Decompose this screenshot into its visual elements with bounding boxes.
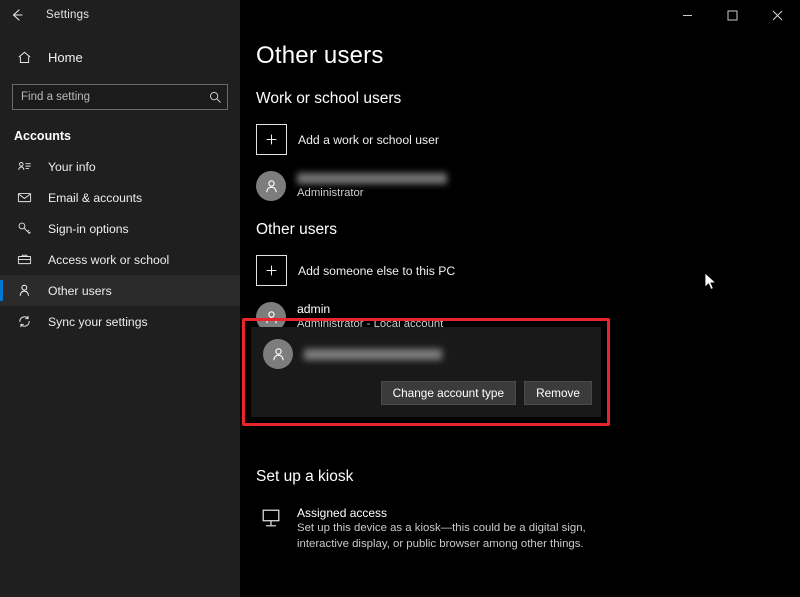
title-bar-right <box>240 0 800 30</box>
work-user-name <box>297 171 447 186</box>
close-button[interactable] <box>755 0 800 30</box>
person-avatar-icon <box>263 178 280 195</box>
sidebar-item-label: Sync your settings <box>48 315 148 329</box>
add-someone-else-button[interactable]: Add someone else to this PC <box>256 255 800 286</box>
search-icon[interactable] <box>203 90 227 104</box>
work-user-text: Administrator <box>297 171 447 201</box>
kiosk-display-icon <box>256 505 286 529</box>
sidebar-section-title: Accounts <box>14 129 240 143</box>
work-user-row[interactable]: Administrator <box>256 171 800 201</box>
briefcase-icon <box>14 252 34 267</box>
local-user-name: admin <box>297 302 443 317</box>
assigned-access-item[interactable]: Assigned access Set up this device as a … <box>256 505 616 552</box>
sidebar: Home Accounts Your info <box>0 0 240 597</box>
assigned-access-text: Assigned access Set up this device as a … <box>297 505 597 552</box>
redacted-account-name <box>297 173 447 184</box>
assigned-access-name: Assigned access <box>297 505 597 521</box>
sidebar-home-label: Home <box>48 50 83 65</box>
sidebar-item-label: Email & accounts <box>48 191 142 205</box>
kiosk-section-title: Set up a kiosk <box>256 468 353 486</box>
sync-icon <box>14 314 34 329</box>
key-icon <box>14 221 34 236</box>
work-user-role: Administrator <box>297 186 447 201</box>
sidebar-item-label: Other users <box>48 284 112 298</box>
contact-card-icon <box>14 159 34 174</box>
add-work-or-school-user-label: Add a work or school user <box>298 133 439 147</box>
sidebar-item-label: Sign-in options <box>48 222 129 236</box>
minimize-icon <box>682 10 693 21</box>
search-box[interactable] <box>12 84 228 110</box>
sidebar-item-sign-in-options[interactable]: Sign-in options <box>0 213 240 244</box>
home-icon <box>14 50 34 65</box>
maximize-button[interactable] <box>710 0 755 30</box>
back-button[interactable] <box>0 1 34 29</box>
work-or-school-section-title: Work or school users <box>256 90 800 108</box>
sidebar-item-your-info[interactable]: Your info <box>0 151 240 182</box>
sidebar-item-label: Access work or school <box>48 253 169 267</box>
close-icon <box>772 10 783 21</box>
window-controls <box>665 0 800 30</box>
envelope-icon <box>14 190 34 205</box>
title-bar: Settings <box>0 0 800 30</box>
assigned-access-description: Set up this device as a kiosk—this could… <box>297 521 597 552</box>
avatar <box>256 171 286 201</box>
sidebar-item-other-users[interactable]: Other users <box>0 275 240 306</box>
sidebar-item-access-work-or-school[interactable]: Access work or school <box>0 244 240 275</box>
other-users-section-title: Other users <box>256 221 800 239</box>
sidebar-item-email-accounts[interactable]: Email & accounts <box>0 182 240 213</box>
sidebar-item-sync-your-settings[interactable]: Sync your settings <box>0 306 240 337</box>
add-someone-else-label: Add someone else to this PC <box>298 264 455 278</box>
plus-icon <box>256 255 287 286</box>
sidebar-item-home[interactable]: Home <box>0 40 240 74</box>
plus-icon <box>256 124 287 155</box>
page-title: Other users <box>256 42 800 70</box>
search-input[interactable] <box>13 85 203 109</box>
main-content: Other users Work or school users Add a w… <box>240 0 800 597</box>
add-work-or-school-user-button[interactable]: Add a work or school user <box>256 124 800 155</box>
minimize-button[interactable] <box>665 0 710 30</box>
app-title: Settings <box>46 9 89 21</box>
settings-window: Settings <box>0 0 800 597</box>
title-bar-left: Settings <box>0 0 240 30</box>
back-arrow-icon <box>9 7 25 23</box>
highlight-annotation <box>242 318 610 426</box>
person-icon <box>14 283 34 298</box>
maximize-icon <box>727 10 738 21</box>
sidebar-item-label: Your info <box>48 160 96 174</box>
main-inner: Other users Work or school users Add a w… <box>240 42 800 332</box>
